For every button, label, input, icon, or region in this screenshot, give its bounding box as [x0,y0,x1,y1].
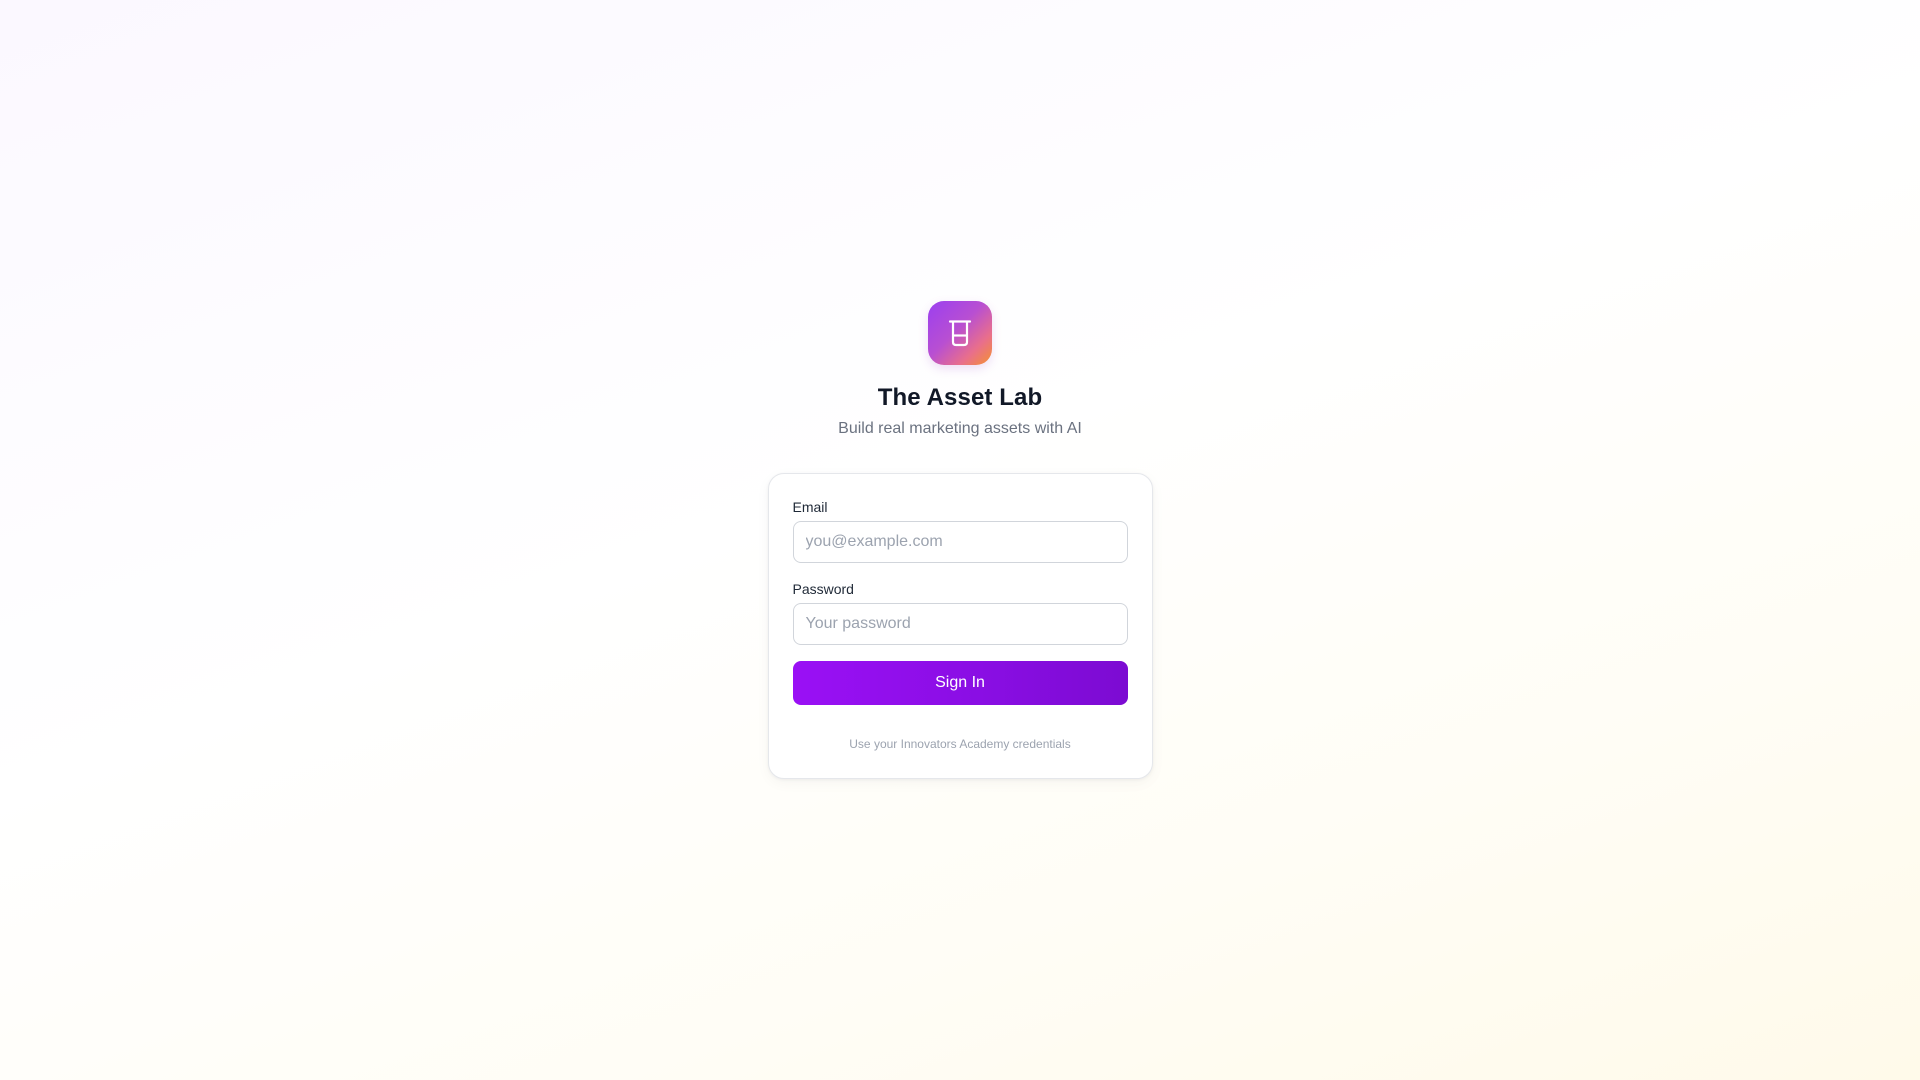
app-subtitle: Build real marketing assets with AI [838,420,1082,437]
login-page: The Asset Lab Build real marketing asset… [0,0,1920,779]
beaker-icon [947,319,973,347]
email-label: Email [792,499,828,515]
app-logo [928,301,992,365]
password-input[interactable] [792,603,1128,645]
credentials-hint: Use your Innovators Academy credentials [849,737,1071,751]
login-card: Email Password Sign In Use your Innovato… [767,473,1153,779]
password-field-group: Password [792,580,1128,645]
app-title: The Asset Lab [877,384,1043,411]
email-input[interactable] [792,521,1128,563]
password-label: Password [792,581,854,597]
email-field-group: Email [792,498,1128,563]
sign-in-button[interactable]: Sign In [792,661,1128,705]
